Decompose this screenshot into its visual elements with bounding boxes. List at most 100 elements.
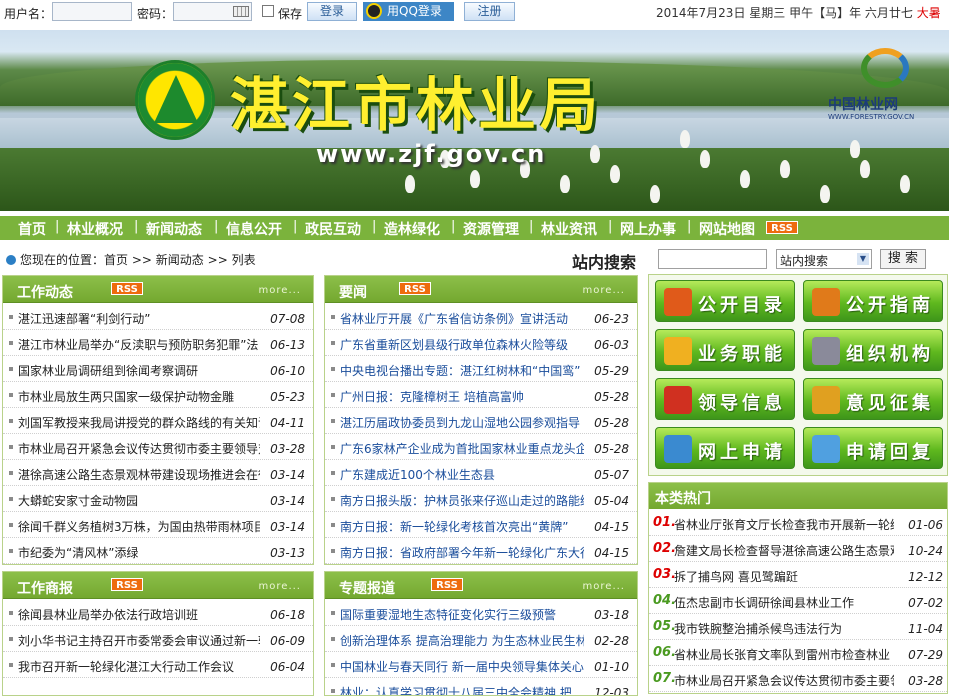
list-item-title[interactable]: 刘国军教授来我局讲授党的群众路线的有关知识: [18, 414, 260, 431]
nav-item[interactable]: 网站地图: [699, 219, 755, 239]
list-item[interactable]: 南方日报头版：护林员张来仔巡山走过的路能绕 05-04: [325, 486, 637, 512]
nav-item[interactable]: 林业概况: [67, 219, 123, 239]
list-item[interactable]: 我市召开新一轮绿化湛江大行动工作会议 06-04: [3, 652, 313, 678]
list-item-title[interactable]: 广东6家林产企业成为首批国家林业重点龙头企业: [340, 440, 584, 457]
list-item[interactable]: 林业：认真学习贯彻十八届三中全会精神 把 12-03: [325, 678, 637, 695]
username-input[interactable]: [52, 2, 132, 21]
list-item[interactable]: 刘国军教授来我局讲授党的群众路线的有关知识 04-11: [3, 408, 313, 434]
list-item-title[interactable]: 南方日报头版：护林员张来仔巡山走过的路能绕: [340, 492, 584, 509]
partner-url[interactable]: WWW.FORESTRY.GOV.CN: [828, 113, 914, 121]
hot-item[interactable]: 06. 省林业局长张育文率队到雷州市检查林业 07-29: [649, 640, 947, 666]
list-item-title[interactable]: 刘小华书记主持召开市委常委会审议通过新一轮: [18, 632, 260, 649]
list-item[interactable]: 大蟒蛇安家寸金动物园 03-14: [3, 486, 313, 512]
hot-item-title[interactable]: 市林业局召开紧急会议传达贯彻市委主要领: [674, 672, 894, 689]
list-item[interactable]: 中国林业与春天同行 新一届中央领导集体关心林 01-10: [325, 652, 637, 678]
rss-icon[interactable]: RSS: [399, 282, 431, 295]
hot-item-title[interactable]: 我市铁腕整治捕杀候鸟违法行为: [674, 620, 894, 637]
list-item[interactable]: 湛江市林业局举办“反渎职与预防职务犯罪”法 06-13: [3, 330, 313, 356]
list-item[interactable]: 市林业局放生两只国家一级保护动物金雕 05-23: [3, 382, 313, 408]
more-link[interactable]: more...: [259, 581, 301, 592]
list-item-title[interactable]: 林业：认真学习贯彻十八届三中全会精神 把: [340, 684, 584, 695]
list-item-title[interactable]: 广州日报：克隆樟树王 培植高富帅: [340, 388, 584, 405]
list-item-title[interactable]: 省林业厅开展《广东省信访条例》宣讲活动: [340, 310, 584, 327]
list-item[interactable]: 国家林业局调研组到徐闻考察调研 06-10: [3, 356, 313, 382]
list-item-title[interactable]: 南方日报：省政府部署今年新一轮绿化广东大行: [340, 544, 584, 561]
list-item[interactable]: 南方日报：新一轮绿化考核首次亮出“黄牌” 04-15: [325, 512, 637, 538]
list-item[interactable]: 创新治理体系 提高治理能力 为生态林业民生林 02-28: [325, 626, 637, 652]
rss-icon[interactable]: RSS: [111, 578, 143, 591]
hot-item[interactable]: 02. 詹建文局长检查督导湛徐高速公路生态景观 10-24: [649, 536, 947, 562]
list-item[interactable]: 广东建成近100个林业生态县 05-07: [325, 460, 637, 486]
list-item-title[interactable]: 湛江迅速部署“利剑行动”: [18, 310, 260, 327]
hot-item[interactable]: 04. 伍杰忠副市长调研徐闻县林业工作 07-02: [649, 588, 947, 614]
list-item-title[interactable]: 湛徐高速公路生态景观林带建设现场推进会在徐: [18, 466, 260, 483]
list-item[interactable]: 中央电视台播出专题：湛江红树林和“中国鸾” 05-29: [325, 356, 637, 382]
china-forestry-logo-icon[interactable]: [855, 40, 915, 90]
login-button[interactable]: 登录: [307, 2, 357, 21]
list-item[interactable]: 湛徐高速公路生态景观林带建设现场推进会在徐 03-14: [3, 460, 313, 486]
hot-item-title[interactable]: 詹建文局长检查督导湛徐高速公路生态景观: [674, 542, 894, 559]
service-button-1[interactable]: 公开目录: [655, 280, 795, 322]
list-item-title[interactable]: 徐闻千群义务植树3万株，为国由热带雨林项目添: [18, 518, 260, 535]
register-button[interactable]: 注册: [464, 2, 515, 21]
search-button[interactable]: 搜 索: [880, 249, 926, 269]
remember-checkbox[interactable]: [262, 5, 274, 17]
hot-item[interactable]: 07. 市林业局召开紧急会议传达贯彻市委主要领 03-28: [649, 666, 947, 692]
nav-item[interactable]: 造林绿化: [384, 219, 440, 239]
list-item-title[interactable]: 湛江历届政协委员到九龙山湿地公园参观指导: [340, 414, 584, 431]
nav-item[interactable]: 政民互动: [305, 219, 361, 239]
service-button-2[interactable]: 公开指南: [803, 280, 943, 322]
list-item-title[interactable]: 南方日报：新一轮绿化考核首次亮出“黄牌”: [340, 518, 584, 535]
list-item-title[interactable]: 大蟒蛇安家寸金动物园: [18, 492, 260, 509]
more-link[interactable]: more...: [583, 581, 625, 592]
search-input[interactable]: [658, 249, 767, 269]
hot-item-title[interactable]: 省林业厅张育文厅长检查我市开展新一轮绿: [674, 516, 894, 533]
search-scope-select[interactable]: 站内搜索 ▼: [776, 249, 872, 269]
service-button-6[interactable]: 意见征集: [803, 378, 943, 420]
list-item-title[interactable]: 我市召开新一轮绿化湛江大行动工作会议: [18, 658, 260, 675]
more-link[interactable]: more...: [583, 285, 625, 296]
list-item[interactable]: 湛江历届政协委员到九龙山湿地公园参观指导 05-28: [325, 408, 637, 434]
nav-item[interactable]: 首页: [18, 219, 46, 239]
hot-item[interactable]: 03. 拆了捕鸟网 喜见鹭蹁跹 12-12: [649, 562, 947, 588]
more-link[interactable]: more...: [259, 285, 301, 296]
list-item-title[interactable]: 市林业局召开紧急会议传达贯彻市委主要领导对: [18, 440, 260, 457]
service-button-7[interactable]: 网上申请: [655, 427, 795, 469]
list-item[interactable]: 国际重要湿地生态特征变化实行三级预警 03-18: [325, 600, 637, 626]
nav-rss-icon[interactable]: RSS: [766, 221, 798, 234]
list-item-title[interactable]: 中央电视台播出专题：湛江红树林和“中国鸾”: [340, 362, 584, 379]
hot-item-title[interactable]: 省林业局长张育文率队到雷州市检查林业: [674, 646, 894, 663]
list-item-title[interactable]: 广东省重新区划县级行政单位森林火险等级: [340, 336, 584, 353]
list-item-title[interactable]: 市林业局放生两只国家一级保护动物金雕: [18, 388, 260, 405]
list-item-title[interactable]: 徐闻县林业局举办依法行政培训班: [18, 606, 260, 623]
keyboard-icon[interactable]: [233, 6, 249, 17]
list-item-title[interactable]: 中国林业与春天同行 新一届中央领导集体关心林: [340, 658, 584, 675]
list-item[interactable]: 徐闻千群义务植树3万株，为国由热带雨林项目添 03-14: [3, 512, 313, 538]
breadcrumb-home[interactable]: 首页: [104, 253, 128, 267]
list-item[interactable]: 广东省重新区划县级行政单位森林火险等级 06-03: [325, 330, 637, 356]
service-button-4[interactable]: 组织机构: [803, 329, 943, 371]
hot-item[interactable]: 05. 我市铁腕整治捕杀候鸟违法行为 11-04: [649, 614, 947, 640]
rss-icon[interactable]: RSS: [111, 282, 143, 295]
nav-item[interactable]: 信息公开: [226, 219, 282, 239]
nav-item[interactable]: 资源管理: [463, 219, 519, 239]
list-item[interactable]: 市林业局召开紧急会议传达贯彻市委主要领导对 03-28: [3, 434, 313, 460]
list-item-title[interactable]: 创新治理体系 提高治理能力 为生态林业民生林: [340, 632, 584, 649]
hot-item-title[interactable]: 伍杰忠副市长调研徐闻县林业工作: [674, 594, 894, 611]
rss-icon[interactable]: RSS: [431, 578, 463, 591]
list-item[interactable]: 广东6家林产企业成为首批国家林业重点龙头企业 05-28: [325, 434, 637, 460]
list-item-title[interactable]: 市纪委为“清风林”添绿: [18, 544, 260, 561]
list-item-title[interactable]: 国家林业局调研组到徐闻考察调研: [18, 362, 260, 379]
breadcrumb-news[interactable]: 新闻动态: [156, 253, 204, 267]
qq-login-button[interactable]: 用QQ登录: [363, 2, 454, 21]
list-item-title[interactable]: 广东建成近100个林业生态县: [340, 466, 584, 483]
list-item[interactable]: 广州日报：克隆樟树王 培植高富帅 05-28: [325, 382, 637, 408]
service-button-3[interactable]: 业务职能: [655, 329, 795, 371]
list-item[interactable]: 湛江迅速部署“利剑行动” 07-08: [3, 304, 313, 330]
list-item[interactable]: 徐闻县林业局举办依法行政培训班 06-18: [3, 600, 313, 626]
partner-name[interactable]: 中国林业网: [828, 94, 898, 114]
service-button-8[interactable]: 申请回复: [803, 427, 943, 469]
nav-item[interactable]: 新闻动态: [146, 219, 202, 239]
nav-item[interactable]: 网上办事: [620, 219, 676, 239]
hot-item-title[interactable]: 拆了捕鸟网 喜见鹭蹁跹: [674, 568, 894, 585]
